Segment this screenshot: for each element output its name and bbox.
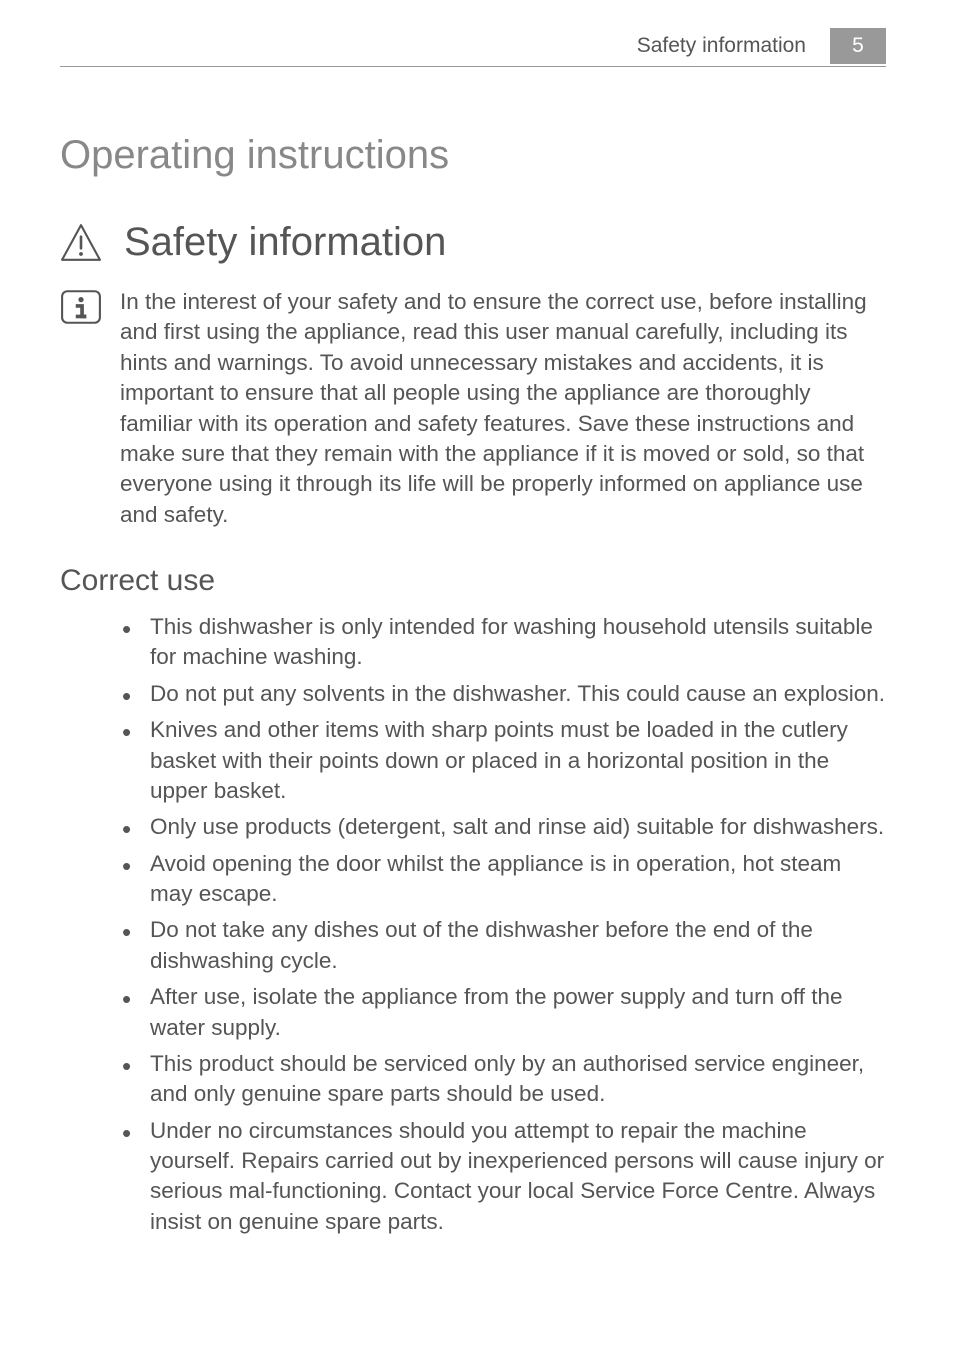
header-label: Safety information	[637, 34, 806, 58]
list-item: Only use products (detergent, salt and r…	[122, 812, 886, 842]
list-item: Do not put any solvents in the dishwashe…	[122, 679, 886, 709]
page-number: 5	[852, 34, 864, 58]
list-item: Avoid opening the door whilst the applia…	[122, 849, 886, 910]
intro-paragraph: In the interest of your safety and to en…	[120, 287, 886, 530]
info-row: In the interest of your safety and to en…	[60, 287, 886, 530]
list-item: Do not take any dishes out of the dishwa…	[122, 915, 886, 976]
section-heading-row: Safety information	[60, 220, 886, 265]
subsection-title: Correct use	[60, 564, 886, 598]
page-number-box: 5	[830, 28, 886, 64]
page-header: Safety information 5	[60, 28, 886, 64]
info-box-icon	[60, 289, 102, 325]
section-title: Safety information	[124, 220, 446, 265]
list-item: This product should be serviced only by …	[122, 1049, 886, 1110]
list-item: After use, isolate the appliance from th…	[122, 982, 886, 1043]
warning-triangle-icon	[60, 223, 102, 263]
page-container: Safety information 5 Operating instructi…	[0, 0, 954, 1237]
bullet-list: This dishwasher is only intended for was…	[122, 612, 886, 1237]
chapter-title: Operating instructions	[60, 133, 886, 178]
list-item: Under no circumstances should you attemp…	[122, 1116, 886, 1238]
list-item: This dishwasher is only intended for was…	[122, 612, 886, 673]
list-item: Knives and other items with sharp points…	[122, 715, 886, 806]
header-divider	[60, 66, 886, 67]
